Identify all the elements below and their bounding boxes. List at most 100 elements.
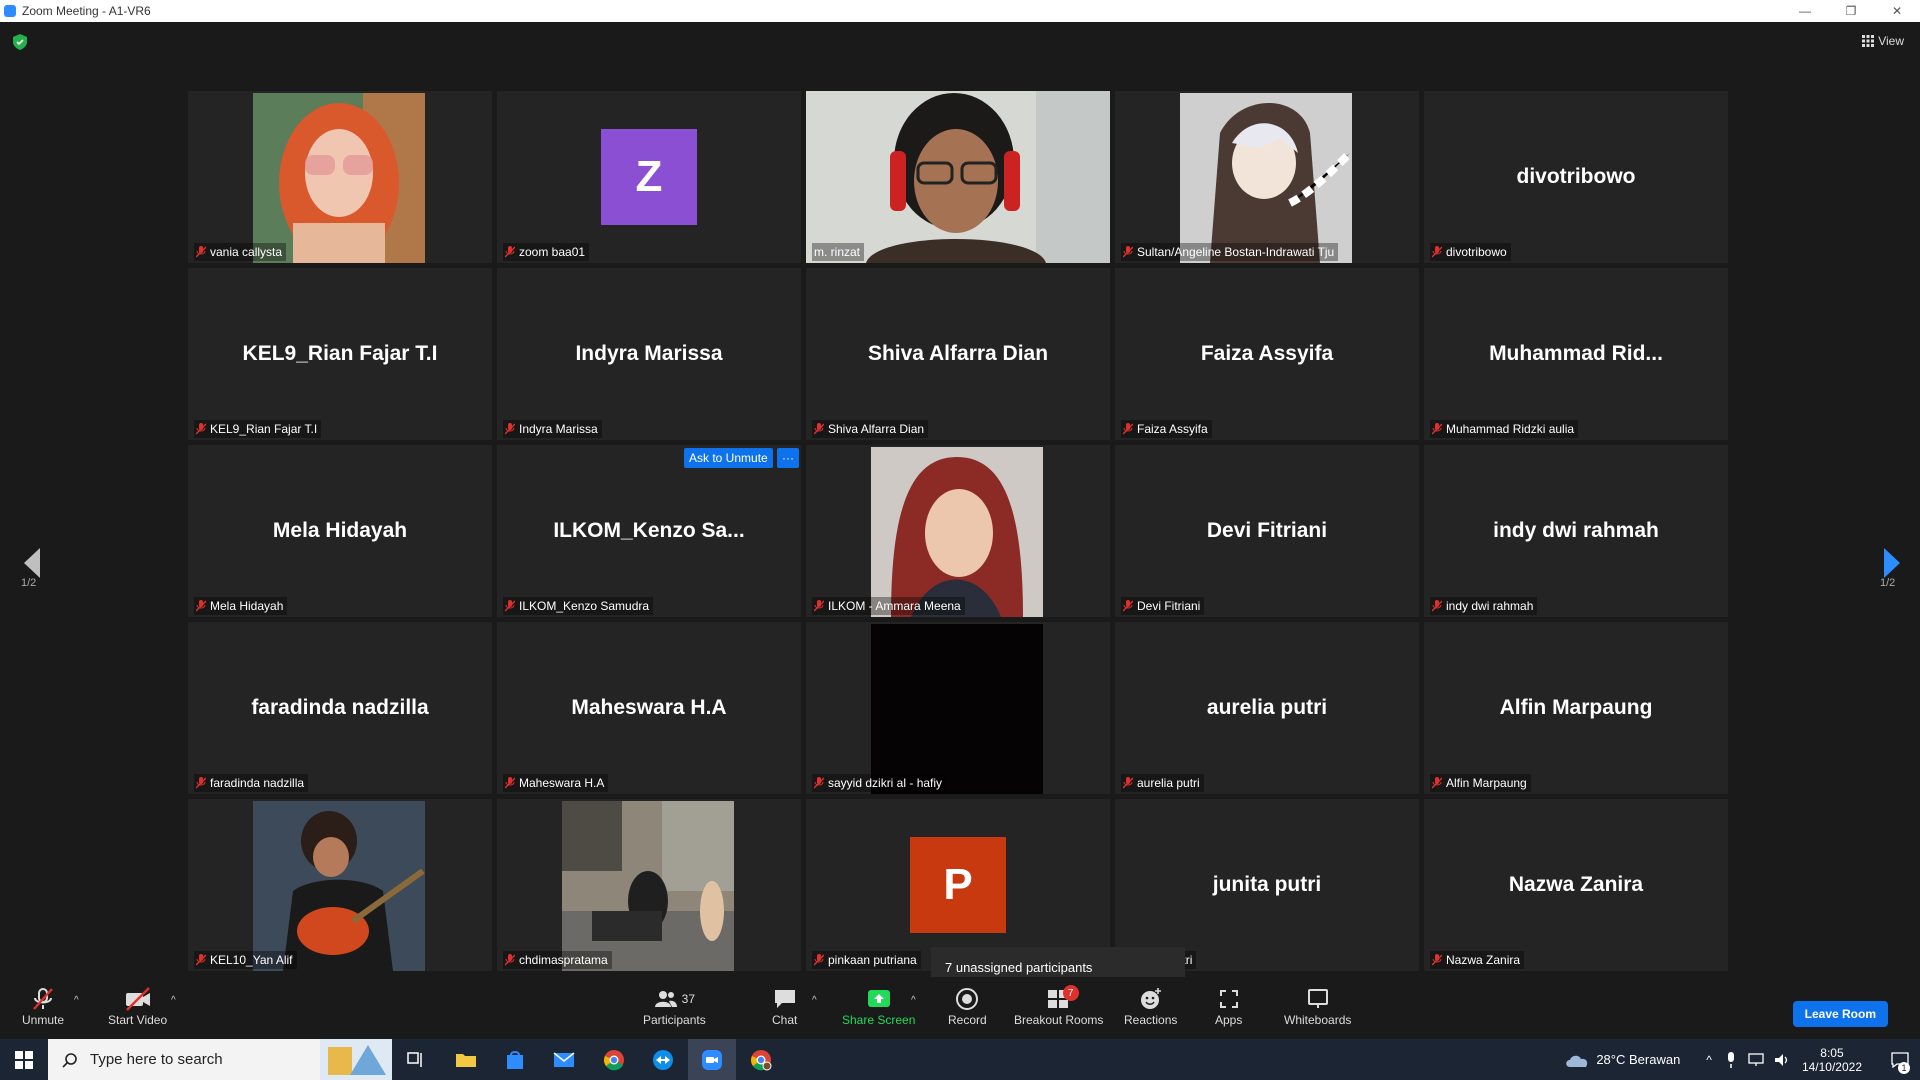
share-screen-button[interactable]: Share Screen	[842, 985, 915, 1027]
video-off-icon	[125, 987, 150, 1011]
close-button[interactable]: ✕	[1874, 0, 1920, 22]
video-options-caret-icon[interactable]: ^	[171, 995, 176, 1006]
video-tile[interactable]: divotribowo divotribowo	[1424, 91, 1728, 263]
video-tile[interactable]: Devi Fitriani Devi Fitriani	[1115, 445, 1419, 617]
video-tile[interactable]: junita putrijunita putri	[1115, 799, 1419, 971]
video-tile[interactable]: aurelia putri aurelia putri	[1115, 622, 1419, 794]
grid-icon	[1862, 35, 1875, 47]
search-placeholder: Type here to search	[90, 1051, 223, 1068]
page-indicator-left: 1/2	[21, 577, 37, 589]
video-tile[interactable]: indy dwi rahmah indy dwi rahmah	[1424, 445, 1728, 617]
video-tile[interactable]: Indyra Marissa Indyra Marissa	[497, 268, 801, 440]
video-tile[interactable]: Mela Hidayah Mela Hidayah	[188, 445, 492, 617]
whiteboards-button[interactable]: Whiteboards	[1284, 985, 1351, 1027]
video-tile[interactable]: ILKOM - Ammara Meena	[806, 445, 1110, 617]
clock[interactable]: 8:05 14/10/2022	[1802, 1046, 1862, 1074]
video-tile[interactable]: Muhammad Rid... Muhammad Ridzki aulia	[1424, 268, 1728, 440]
task-view-button[interactable]	[392, 1039, 440, 1080]
notification-button[interactable]: 1	[1880, 1039, 1920, 1080]
taskbar-mail[interactable]	[540, 1039, 588, 1080]
ask-to-unmute-button[interactable]: Ask to Unmute	[684, 448, 773, 468]
chat-options-caret-icon[interactable]: ^	[812, 995, 817, 1006]
video-tile[interactable]: vania callysta	[188, 91, 492, 263]
chrome-profile-icon	[751, 1049, 772, 1070]
participants-icon	[654, 991, 677, 1007]
video-tile[interactable]: KEL10_Yan Alif	[188, 799, 492, 971]
participant-display-name: Faiza Assyifa	[1200, 342, 1334, 365]
taskbar-file-explorer[interactable]	[442, 1039, 490, 1080]
muted-mic-icon	[1432, 423, 1442, 435]
taskbar-store[interactable]	[491, 1039, 539, 1080]
participant-display-name: Indyra Marissa	[575, 342, 723, 365]
taskbar-search-box[interactable]: Type here to search	[48, 1039, 392, 1080]
chat-button[interactable]: Chat	[772, 985, 797, 1027]
task-view-icon	[407, 1051, 422, 1067]
start-button[interactable]	[0, 1039, 48, 1080]
clock-time: 8:05	[1820, 1045, 1844, 1060]
restore-button[interactable]: ❐	[1828, 0, 1874, 22]
taskbar-zoom[interactable]	[688, 1039, 736, 1080]
participant-display-name: aurelia putri	[1206, 696, 1328, 719]
share-options-caret-icon[interactable]: ^	[911, 995, 916, 1006]
audio-options-caret-icon[interactable]: ^	[74, 995, 79, 1006]
volume-icon[interactable]	[1774, 1053, 1790, 1067]
taskbar-chrome-profile[interactable]	[737, 1039, 785, 1080]
network-icon[interactable]	[1748, 1052, 1764, 1067]
search-highlight-illustration	[320, 1039, 392, 1080]
participant-name: Indyra Marissa	[519, 422, 598, 436]
window-title: Zoom Meeting - A1-VR6	[22, 4, 151, 18]
unmute-button[interactable]: Unmute	[22, 985, 64, 1027]
record-button[interactable]: Record	[948, 985, 987, 1027]
reactions-button[interactable]: Reactions	[1124, 985, 1177, 1027]
weather-label[interactable]: 28°C Berawan	[1596, 1052, 1680, 1067]
participant-photo	[253, 93, 425, 263]
participant-name: Muhammad Ridzki aulia	[1446, 422, 1575, 436]
start-video-button[interactable]: Start Video	[108, 985, 167, 1027]
apps-button[interactable]: Apps	[1215, 985, 1242, 1027]
video-tile[interactable]: m. rinzat	[806, 91, 1110, 263]
video-tile[interactable]: Shiva Alfarra Dian Shiva Alfarra Dian	[806, 268, 1110, 440]
participant-name-label: Muhammad Ridzki aulia	[1430, 420, 1579, 438]
breakout-rooms-button[interactable]: 7 Breakout Rooms	[1014, 985, 1103, 1027]
video-tile[interactable]: sayyid dzikri al - hafiy	[806, 622, 1110, 794]
store-icon	[507, 1050, 523, 1069]
video-tile[interactable]: faradinda nadzilla faradinda nadzilla	[188, 622, 492, 794]
chat-label: Chat	[772, 1013, 798, 1027]
participant-name: ILKOM_Kenzo Samudra	[519, 599, 650, 613]
whiteboards-label: Whiteboards	[1284, 1013, 1352, 1027]
video-tile[interactable]: KEL9_Rian Fajar T.I KEL9_Rian Fajar T.I	[188, 268, 492, 440]
video-tile[interactable]: Nazwa Zanira Nazwa Zanira	[1424, 799, 1728, 971]
participant-photo	[871, 447, 1043, 617]
video-tile[interactable]: Sultan/Angeline Bostan-Indrawati Tju	[1115, 91, 1419, 263]
video-tile[interactable]: chdimaspratama	[497, 799, 801, 971]
tile-more-button[interactable]: ···	[777, 448, 799, 468]
video-tile[interactable]: Alfin Marpaung Alfin Marpaung	[1424, 622, 1728, 794]
participant-name: indy dwi rahmah	[1446, 599, 1534, 613]
participant-name: aurelia putri	[1137, 776, 1200, 790]
video-tile[interactable]: Faiza Assyifa Faiza Assyifa	[1115, 268, 1419, 440]
participant-display-name: divotribowo	[1516, 165, 1636, 188]
windows-logo-icon	[15, 1050, 33, 1069]
participant-name: Maheswara H.A	[519, 776, 605, 790]
breakout-rooms-badge: 7	[1062, 985, 1079, 1001]
shield-icon[interactable]	[13, 34, 27, 50]
microphone-icon[interactable]	[1726, 1051, 1736, 1068]
video-tile[interactable]: Zzoom baa01	[497, 91, 801, 263]
video-tile[interactable]: Ppinkaan putriana	[806, 799, 1110, 971]
taskbar-chrome[interactable]	[590, 1039, 638, 1080]
meeting-area: View 1/2 1/2 vania callysta Zzoom baa01 m.…	[0, 22, 1920, 987]
participant-display-name: Shiva Alfarra Dian	[867, 342, 1049, 365]
video-tile[interactable]: Maheswara H.A Maheswara H.A	[497, 622, 801, 794]
clock-date: 14/10/2022	[1801, 1059, 1862, 1074]
participants-button[interactable]: 37 Participants	[643, 985, 706, 1027]
muted-mic-icon	[1432, 246, 1442, 258]
muted-mic-icon	[196, 954, 206, 966]
minimize-button[interactable]: —	[1782, 0, 1828, 22]
muted-mic-icon	[1123, 600, 1133, 612]
view-button[interactable]: View	[1862, 34, 1904, 48]
video-tile[interactable]: ILKOM_Kenzo Sa... ILKOM_Kenzo Samudra	[497, 445, 801, 617]
tray-overflow-icon[interactable]: ^	[1706, 1053, 1712, 1067]
taskbar-teamviewer[interactable]	[639, 1039, 687, 1080]
leave-room-button[interactable]: Leave Room	[1792, 1001, 1888, 1027]
participant-display-name: faradinda nadzilla	[251, 696, 429, 719]
